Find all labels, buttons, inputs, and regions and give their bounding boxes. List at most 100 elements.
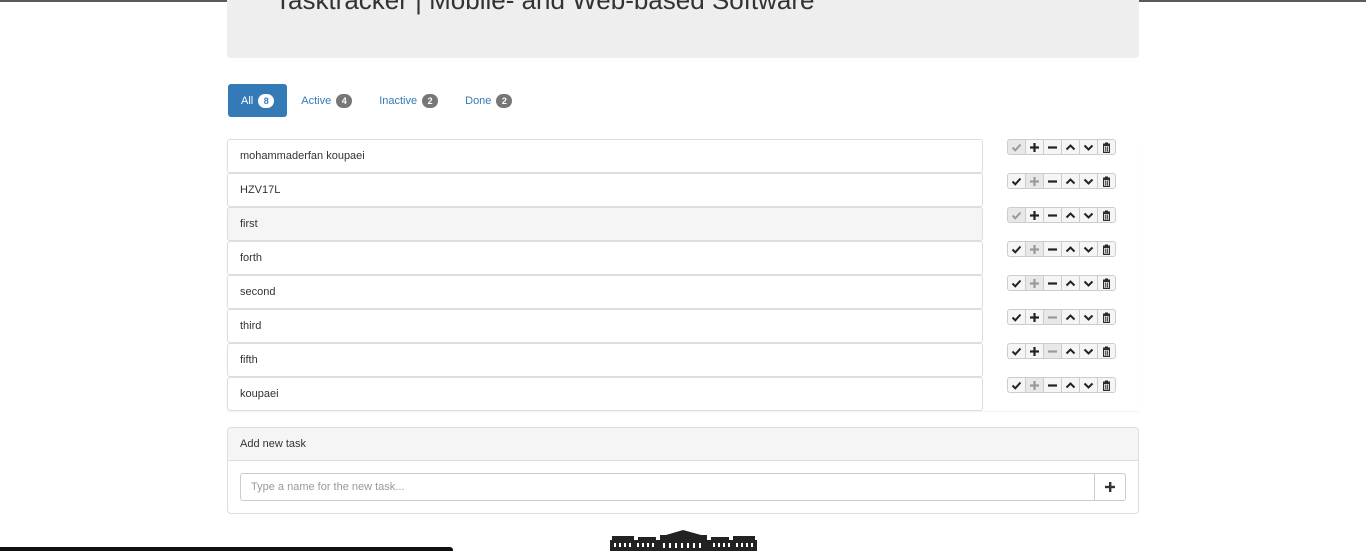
chevron-down-icon [1083,348,1094,355]
task-name[interactable]: third [227,309,983,343]
move-up-button[interactable] [1061,139,1080,155]
move-up-button[interactable] [1061,377,1080,393]
deactivate-button[interactable] [1043,139,1062,155]
add-task-form [240,473,1126,501]
mark-done-button[interactable] [1007,173,1026,189]
deactivate-button[interactable] [1043,275,1062,291]
trash-icon [1103,210,1110,221]
bottom-scroll-indicator [0,547,453,551]
move-down-button[interactable] [1079,207,1098,223]
new-task-input[interactable] [240,473,1095,501]
check-icon [1011,177,1022,186]
chevron-up-icon [1065,177,1076,184]
move-up-button[interactable] [1061,343,1080,359]
activate-button[interactable] [1025,173,1044,189]
move-up-button[interactable] [1061,309,1080,325]
task-actions [1007,377,1116,393]
tab-label: All [241,94,254,107]
activate-button[interactable] [1025,377,1044,393]
chevron-up-icon [1065,347,1076,354]
move-up-button[interactable] [1061,173,1080,189]
plus-icon [1030,380,1039,390]
tab-all[interactable]: All 8 [228,84,288,117]
mark-done-button[interactable] [1007,309,1026,325]
delete-button[interactable] [1097,377,1116,393]
mark-done-button[interactable] [1007,377,1026,393]
activate-button[interactable] [1025,275,1044,291]
delete-button[interactable] [1097,207,1116,223]
chevron-up-icon [1065,381,1076,388]
page-title: Tasktracker | Mobile- and Web-based Soft… [275,0,815,15]
activate-button[interactable] [1025,241,1044,257]
delete-button[interactable] [1097,343,1116,359]
university-building-icon [610,530,757,551]
count-badge: 2 [496,93,513,108]
deactivate-button[interactable] [1043,309,1062,325]
check-icon [1011,211,1022,220]
tab-label: Active [301,94,332,107]
tab-inactive[interactable]: Inactive 2 [366,84,451,117]
mark-done-button[interactable] [1007,343,1026,359]
add-task-button[interactable] [1094,473,1126,501]
filter-tabs: All 8 Active 4 Inactive 2 Done 2 [228,84,526,117]
tab-done[interactable]: Done 2 [452,84,525,117]
move-up-button[interactable] [1061,275,1080,291]
move-down-button[interactable] [1079,173,1098,189]
task-name[interactable]: first [227,207,983,241]
activate-button[interactable] [1025,309,1044,325]
move-down-button[interactable] [1079,309,1098,325]
deactivate-button[interactable] [1043,207,1062,223]
deactivate-button[interactable] [1043,241,1062,257]
task-name[interactable]: second [227,275,983,309]
mark-done-button[interactable] [1007,207,1026,223]
activate-button[interactable] [1025,343,1044,359]
move-down-button[interactable] [1079,343,1098,359]
move-down-button[interactable] [1079,377,1098,393]
task-name[interactable]: fifth [227,343,983,377]
chevron-up-icon [1065,245,1076,252]
delete-button[interactable] [1097,241,1116,257]
delete-button[interactable] [1097,275,1116,291]
minus-icon [1048,213,1057,217]
task-name[interactable]: koupaei [227,377,983,411]
check-icon [1011,143,1022,152]
activate-button[interactable] [1025,207,1044,223]
delete-button[interactable] [1097,309,1116,325]
mark-done-button[interactable] [1007,139,1026,155]
header-jumbotron: Tasktracker | Mobile- and Web-based Soft… [227,0,1139,58]
task-name[interactable]: mohammaderfan koupaei [227,139,983,173]
move-down-button[interactable] [1079,241,1098,257]
task-actions [1007,241,1116,257]
task-actions [1007,173,1116,189]
mark-done-button[interactable] [1007,241,1026,257]
chevron-down-icon [1083,382,1094,389]
deactivate-button[interactable] [1043,377,1062,393]
check-icon [1011,347,1022,356]
minus-icon [1048,247,1057,251]
move-up-button[interactable] [1061,207,1080,223]
task-row: fifth [227,343,1139,377]
task-name[interactable]: HZV17L [227,173,983,207]
trash-icon [1103,380,1110,391]
task-name[interactable]: forth [227,241,983,275]
minus-icon [1048,315,1057,319]
move-down-button[interactable] [1079,139,1098,155]
mark-done-button[interactable] [1007,275,1026,291]
task-row: first [227,207,1139,241]
chevron-down-icon [1083,314,1094,321]
count-badge: 8 [258,93,275,108]
delete-button[interactable] [1097,139,1116,155]
move-down-button[interactable] [1079,275,1098,291]
deactivate-button[interactable] [1043,343,1062,359]
trash-icon [1103,312,1110,323]
activate-button[interactable] [1025,139,1044,155]
move-up-button[interactable] [1061,241,1080,257]
tab-active[interactable]: Active 4 [288,84,365,117]
minus-icon [1048,179,1057,183]
task-row: third [227,309,1139,343]
check-icon [1011,245,1022,254]
deactivate-button[interactable] [1043,173,1062,189]
task-actions [1007,139,1116,155]
plus-icon [1030,312,1039,322]
delete-button[interactable] [1097,173,1116,189]
